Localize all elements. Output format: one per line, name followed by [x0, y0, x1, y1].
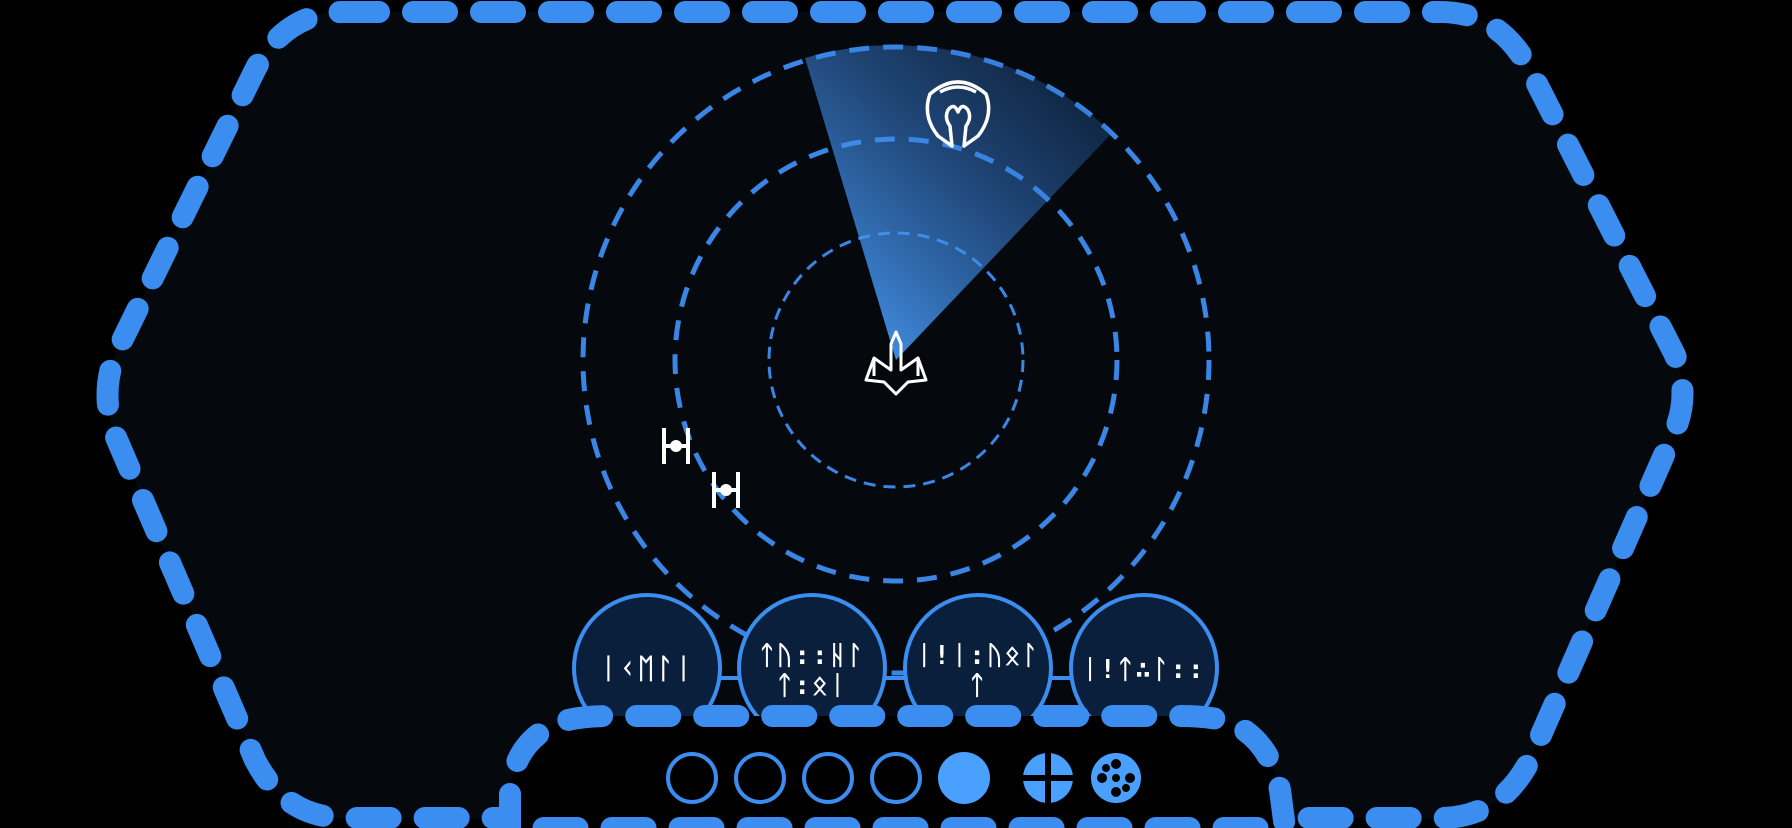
page-dot-5-active[interactable]	[938, 752, 990, 804]
hud-screen: ᛁᚲᛖᛚᛁ ᛏᚢ::ᚺᛚ ᛏ:ᛟᛁ ᛁ!ᛁ:ᚢᛟᛚ ᛏ ᛁ!ᛏ∴ᛚ::	[0, 0, 1792, 828]
action-button-3-label-line2: ᛏ	[969, 671, 987, 701]
bottom-tray	[499, 705, 1297, 828]
reel-button[interactable]	[1091, 753, 1141, 803]
action-button-3-label-line1: ᛁ!ᛁ:ᚢᛟᛚ	[916, 641, 1039, 671]
action-button-2-label-line1: ᛏᚢ::ᚺᛚ	[759, 641, 865, 671]
crosshair-button[interactable]	[1023, 753, 1073, 803]
action-button-2-label-line2: ᛏ:ᛟᛁ	[777, 671, 847, 701]
action-button-4-label: ᛁ!ᛏ∴ᛚ::	[1082, 655, 1205, 685]
action-button-1-label: ᛁᚲᛖᛚᛁ	[600, 652, 694, 685]
